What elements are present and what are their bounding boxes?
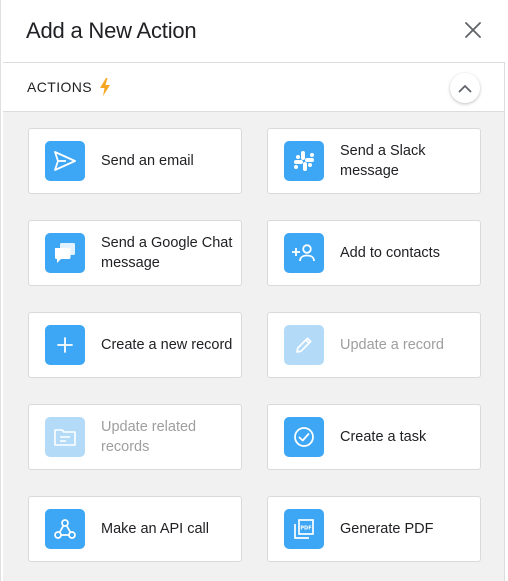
add-contact-icon — [284, 233, 324, 273]
action-label: Update a record — [340, 337, 444, 353]
action-update-record[interactable]: Update a record — [267, 312, 481, 378]
chat-icon — [45, 233, 85, 273]
action-create-task[interactable]: Create a task — [267, 404, 481, 470]
action-label: Update related records — [101, 419, 197, 455]
action-label: Generate PDF — [340, 521, 434, 537]
related-records-icon — [45, 417, 85, 457]
bolt-icon — [99, 78, 111, 96]
webhook-icon — [45, 509, 85, 549]
dialog-header: Add a New Action — [1, 0, 508, 62]
action-generate-pdf[interactable]: PDF Generate PDF — [267, 496, 481, 562]
action-send-google-chat[interactable]: Send a Google Chat message — [28, 220, 242, 286]
slack-icon — [284, 141, 324, 181]
section-label: ACTIONS — [27, 79, 93, 95]
action-label: Create a task — [340, 429, 427, 445]
pdf-icon: PDF — [284, 509, 324, 549]
action-label: Create a new record — [101, 337, 233, 353]
actions-grid: Send an email Send a Slack message Send … — [3, 112, 505, 581]
action-label: Send a Slack message — [340, 143, 426, 179]
actions-section-header[interactable]: ACTIONS — [3, 62, 505, 112]
add-action-dialog: Add a New Action ACTIONS Send an email S… — [0, 0, 508, 581]
action-label: Make an API call — [101, 521, 209, 537]
action-add-to-contacts[interactable]: Add to contacts — [267, 220, 481, 286]
action-update-related-records[interactable]: Update related records — [28, 404, 242, 470]
plus-icon — [45, 325, 85, 365]
check-circle-icon — [284, 417, 324, 457]
pencil-icon — [284, 325, 324, 365]
action-label: Send a Google Chat message — [101, 235, 233, 271]
close-icon — [465, 22, 481, 38]
action-make-api-call[interactable]: Make an API call — [28, 496, 242, 562]
send-icon — [45, 141, 85, 181]
collapse-button[interactable] — [450, 73, 480, 103]
dialog-title: Add a New Action — [26, 18, 197, 43]
close-button[interactable] — [461, 18, 485, 42]
action-label: Add to contacts — [340, 245, 440, 261]
chevron-up-icon — [458, 84, 472, 93]
svg-text:PDF: PDF — [300, 526, 311, 532]
action-send-slack[interactable]: Send a Slack message — [267, 128, 481, 194]
action-send-email[interactable]: Send an email — [28, 128, 242, 194]
action-create-record[interactable]: Create a new record — [28, 312, 242, 378]
action-label: Send an email — [101, 153, 194, 169]
